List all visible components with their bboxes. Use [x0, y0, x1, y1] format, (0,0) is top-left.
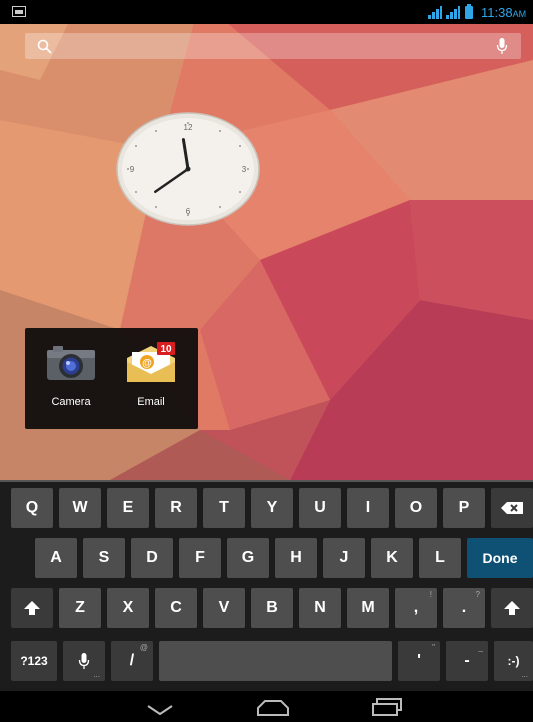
key-l[interactable]: L [419, 538, 461, 578]
key-a[interactable]: A [35, 538, 77, 578]
slash-key-label: / [129, 652, 135, 669]
key-comma-label: , [413, 599, 419, 616]
key-h[interactable]: H [275, 538, 317, 578]
dash-key-hint: _ [478, 643, 483, 652]
slash-key-hint: @ [139, 643, 148, 652]
key-period-hint: ? [475, 590, 480, 599]
apostrophe-key-label: ' [417, 652, 421, 669]
key-o[interactable]: O [395, 488, 437, 528]
key-v[interactable]: V [203, 588, 245, 628]
key-period[interactable]: . ? [443, 588, 485, 628]
key-b[interactable]: B [251, 588, 293, 628]
screen: 11:38AM 12 3 6 9 Camera @ 10 Email Q W E… [0, 0, 533, 722]
voice-input-key[interactable]: ... [63, 641, 105, 681]
key-c[interactable]: C [155, 588, 197, 628]
backspace-key[interactable] [491, 488, 533, 528]
key-i[interactable]: I [347, 488, 389, 528]
key-comma-hint: ! [429, 590, 432, 599]
app-folder: Camera @ 10 Email [25, 328, 198, 429]
key-s[interactable]: S [83, 538, 125, 578]
signal-icon [446, 6, 460, 19]
email-app[interactable]: @ 10 Email [119, 340, 183, 412]
key-p[interactable]: P [443, 488, 485, 528]
recents-icon[interactable] [371, 697, 405, 717]
shift-icon [24, 601, 40, 615]
key-u[interactable]: U [299, 488, 341, 528]
dash-key[interactable]: - _ [446, 641, 488, 681]
app-label: Email [137, 396, 165, 408]
key-n[interactable]: N [299, 588, 341, 628]
key-z[interactable]: Z [59, 588, 101, 628]
key-r[interactable]: R [155, 488, 197, 528]
key-more-dots: ... [93, 670, 100, 679]
mic-icon [78, 653, 90, 669]
shift-icon [504, 601, 520, 615]
smiley-key-label: :-) [507, 654, 520, 668]
clock-numeral-12: 12 [184, 123, 193, 132]
analog-clock-widget[interactable]: 12 3 6 9 [116, 112, 260, 226]
key-t[interactable]: T [203, 488, 245, 528]
slash-key[interactable]: / @ [111, 641, 153, 681]
navigation-bar [0, 691, 533, 722]
mic-icon[interactable] [496, 37, 508, 55]
shift-key-left[interactable] [11, 588, 53, 628]
backspace-icon [501, 502, 523, 514]
key-comma[interactable]: , ! [395, 588, 437, 628]
camera-icon [47, 346, 95, 380]
key-d[interactable]: D [131, 538, 173, 578]
clock-numeral-9: 9 [130, 165, 135, 174]
key-f[interactable]: F [179, 538, 221, 578]
clock-numeral-3: 3 [242, 165, 247, 174]
clock-numeral-6: 6 [186, 207, 191, 216]
image-notification-icon [12, 6, 26, 17]
home-icon[interactable] [255, 699, 291, 717]
key-k[interactable]: K [371, 538, 413, 578]
app-label: Camera [51, 396, 91, 408]
apostrophe-key-hint: " [432, 643, 435, 652]
svg-text:@: @ [142, 358, 152, 369]
soft-keyboard: Q W E R T Y U I O P A S D F G H J K L Do… [0, 480, 533, 691]
back-icon[interactable] [146, 703, 174, 717]
key-g[interactable]: G [227, 538, 269, 578]
shift-key-right[interactable] [491, 588, 533, 628]
key-e[interactable]: E [107, 488, 149, 528]
key-y[interactable]: Y [251, 488, 293, 528]
camera-app[interactable]: Camera [39, 340, 103, 412]
status-bar: 11:38AM [0, 0, 533, 24]
status-clock: 11:38AM [481, 5, 527, 20]
done-key[interactable]: Done [467, 538, 533, 578]
key-m[interactable]: M [347, 588, 389, 628]
google-search-bar[interactable] [25, 33, 521, 59]
symbols-key[interactable]: ?123 [11, 641, 57, 681]
email-badge: 10 [160, 344, 172, 355]
dash-key-label: - [464, 652, 470, 669]
key-q[interactable]: Q [11, 488, 53, 528]
key-w[interactable]: W [59, 488, 101, 528]
space-bar[interactable] [159, 641, 392, 681]
key-x[interactable]: X [107, 588, 149, 628]
signal-icon [428, 6, 442, 19]
search-icon[interactable] [37, 39, 53, 55]
battery-icon [465, 4, 473, 19]
key-period-label: . [461, 599, 467, 616]
apostrophe-key[interactable]: ' " [398, 641, 440, 681]
smiley-key[interactable]: :-) ... [494, 641, 533, 681]
key-more-dots: ... [521, 670, 528, 679]
key-j[interactable]: J [323, 538, 365, 578]
